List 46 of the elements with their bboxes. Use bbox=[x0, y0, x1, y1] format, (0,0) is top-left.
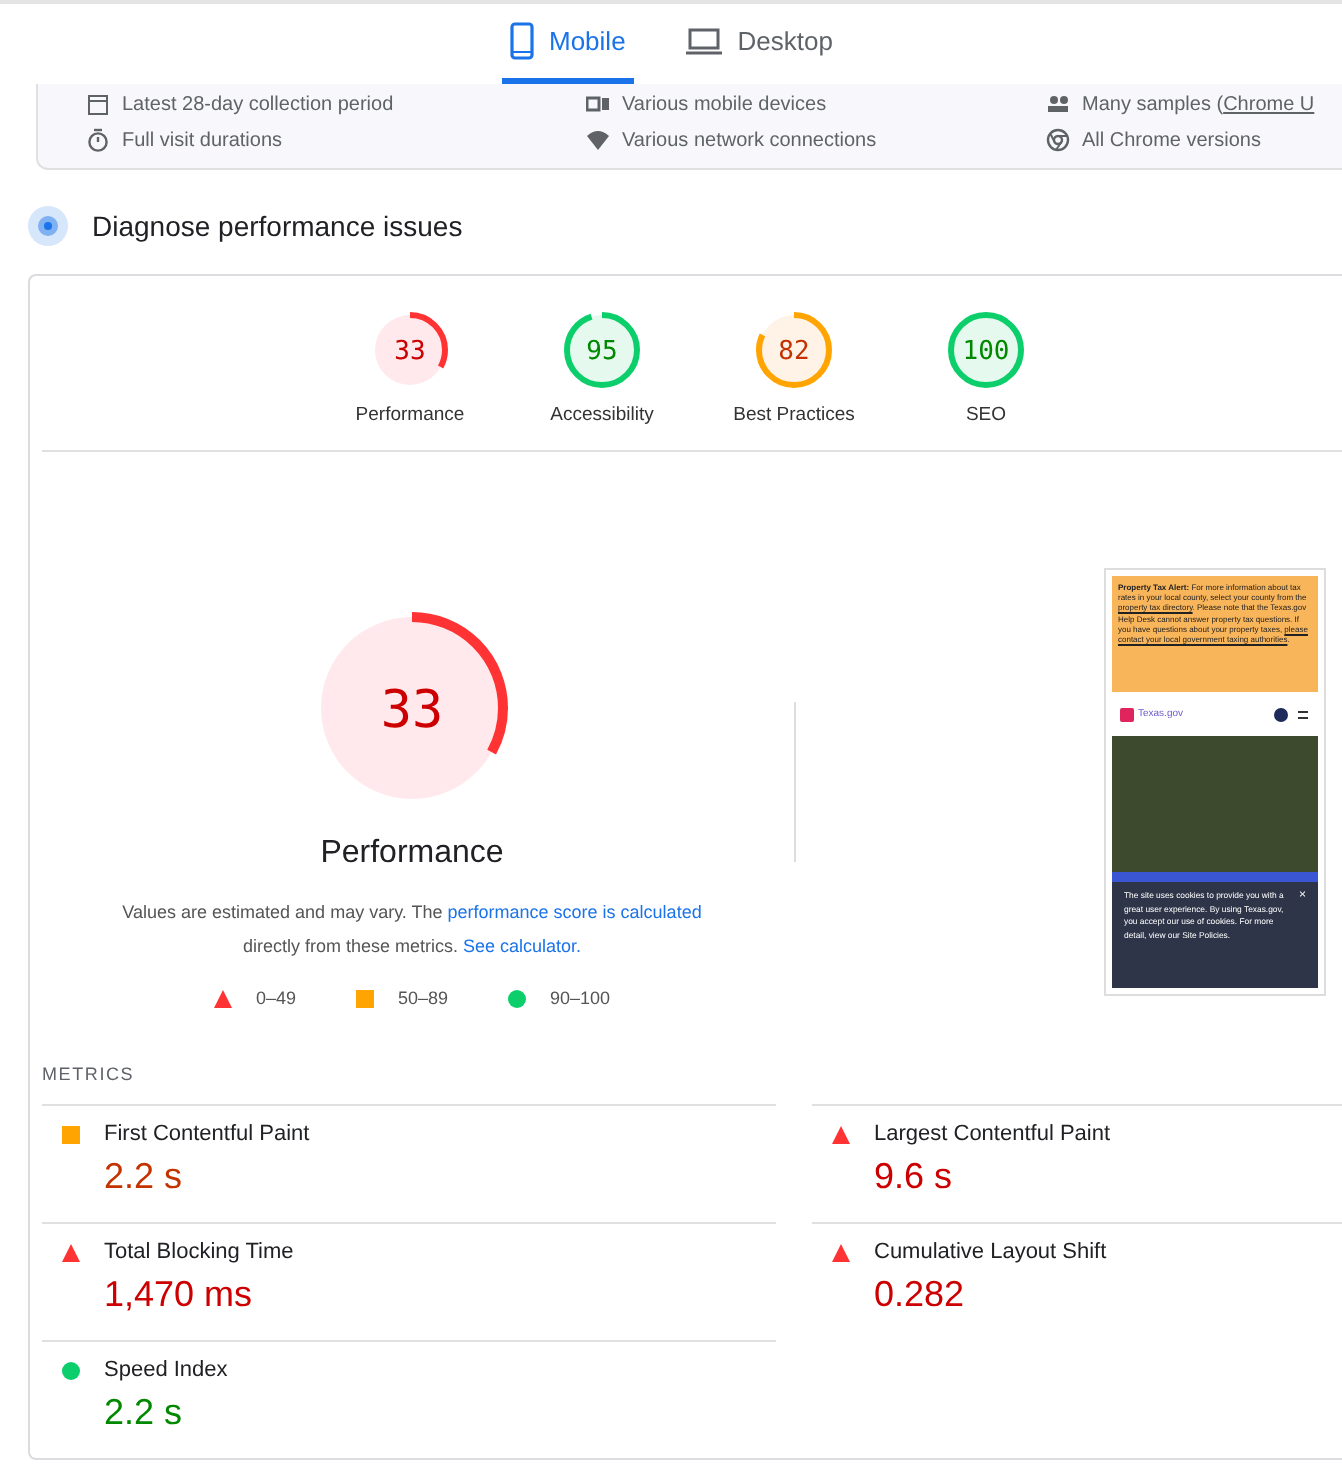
calendar-icon bbox=[86, 92, 110, 116]
devices-icon bbox=[586, 92, 610, 116]
performance-gauge: 33 bbox=[316, 612, 508, 804]
gauge-title: Performance bbox=[320, 836, 504, 872]
section-title: Diagnose performance issues bbox=[92, 210, 463, 242]
legend-range: 90–100 bbox=[550, 988, 611, 1008]
metric-value: 0.282 bbox=[874, 1274, 967, 1316]
score-gauge: 33 bbox=[372, 312, 448, 388]
timer-icon bbox=[86, 128, 110, 152]
wifi-icon bbox=[586, 128, 610, 152]
metric-name: First Contentful Paint bbox=[104, 1122, 310, 1146]
score-gauge: 100 bbox=[948, 312, 1024, 388]
metrics-heading: METRICS bbox=[42, 1064, 137, 1084]
people-icon bbox=[1046, 92, 1070, 116]
device-tab[interactable]: Desktop bbox=[677, 4, 841, 84]
category-label[interactable]: Best Practices bbox=[733, 404, 855, 426]
score-gauge: 82 bbox=[756, 312, 832, 388]
field-data-text: Latest 28-day collection period bbox=[122, 93, 394, 115]
phone-icon bbox=[509, 22, 533, 60]
metric-value: 2.2 s bbox=[104, 1392, 185, 1434]
score-note: Values are estimated and may vary. The performance score is calculated directly from these metrics. See calculator. bbox=[120, 900, 704, 960]
metric-name: Speed Index bbox=[104, 1358, 228, 1382]
metric-value: 2.2 s bbox=[104, 1156, 185, 1198]
legend-range: 50–89 bbox=[397, 988, 448, 1008]
site-logo-icon bbox=[1120, 707, 1134, 721]
field-data-text: Various network connections bbox=[622, 129, 877, 151]
metric-value: 1,470 ms bbox=[104, 1274, 255, 1316]
diagnose-icon bbox=[28, 206, 68, 246]
chrome-ux-link[interactable]: Chrome U bbox=[1223, 93, 1315, 115]
laptop-icon bbox=[685, 27, 722, 55]
field-data-text: Various mobile devices bbox=[622, 93, 827, 115]
metric-value: 9.6 s bbox=[874, 1156, 955, 1198]
category-label[interactable]: SEO bbox=[965, 404, 1007, 426]
legend-range: 0–49 bbox=[255, 988, 296, 1008]
category-label[interactable]: Performance bbox=[355, 404, 465, 426]
metric-name: Largest Contentful Paint bbox=[874, 1122, 1111, 1146]
field-data-text: Full visit durations bbox=[122, 129, 283, 151]
score-gauge: 95 bbox=[564, 312, 640, 388]
category-label[interactable]: Accessibility bbox=[550, 404, 654, 426]
score-calculation-link[interactable]: performance score is calculated bbox=[447, 902, 702, 922]
metric-name: Cumulative Layout Shift bbox=[874, 1240, 1107, 1264]
calculator-link[interactable]: See calculator. bbox=[462, 936, 582, 956]
field-data-text: All Chrome versions bbox=[1082, 129, 1261, 151]
field-data-text: Many samples (Chrome U bbox=[1082, 93, 1315, 115]
browser-logo-icon bbox=[1046, 128, 1070, 152]
metric-name: Total Blocking Time bbox=[104, 1240, 294, 1264]
